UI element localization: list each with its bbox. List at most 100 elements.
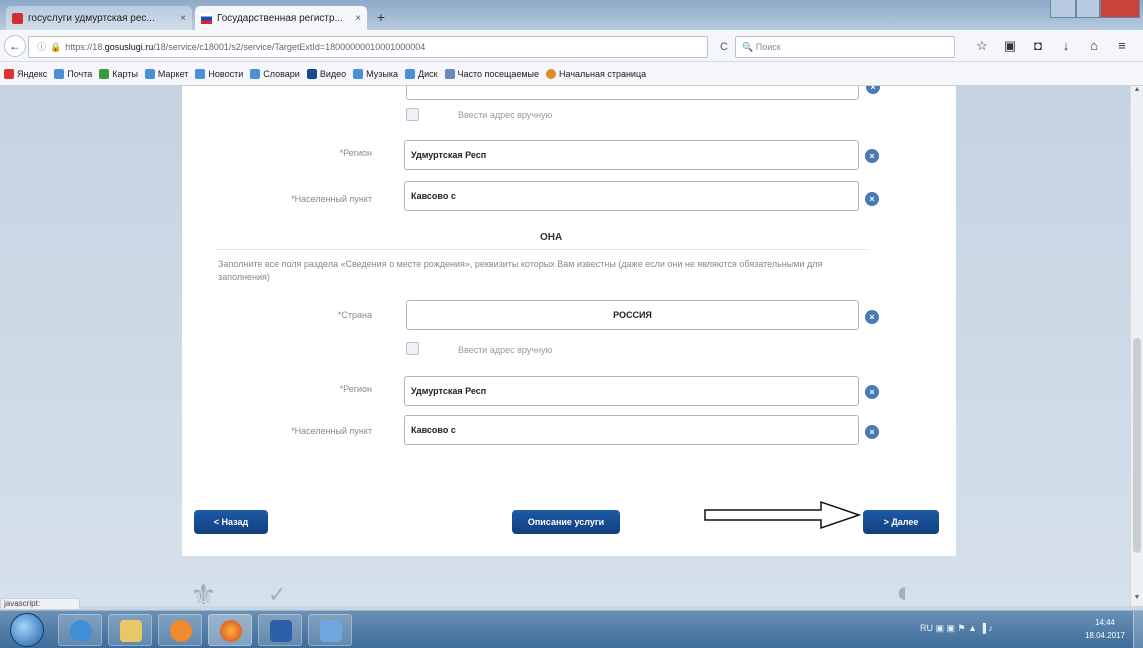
country-input[interactable]: РОССИЯ: [406, 300, 859, 330]
bookmark-start-page[interactable]: Начальная страница: [546, 68, 647, 79]
service-description-button[interactable]: Описание услуги: [512, 510, 620, 534]
locality-input[interactable]: Кавсово с: [404, 415, 859, 445]
lock-icon: 🔒: [50, 42, 62, 52]
country-input-cropped[interactable]: [406, 86, 859, 100]
windows-taskbar: RU ▣ ▣ ⚑ ▲ ▐ ♪ 14:44 18.04.2017: [0, 610, 1143, 648]
page-icon: [353, 68, 364, 79]
bookmarks-bar: Яндекс Почта Карты Маркет Новости Словар…: [0, 62, 1143, 86]
page-icon: [250, 68, 261, 79]
scroll-down-icon[interactable]: ▼: [1131, 594, 1143, 606]
date: 18.04.2017: [1084, 631, 1126, 640]
clear-region-icon[interactable]: ×: [865, 385, 879, 399]
manual-address-checkbox[interactable]: [406, 342, 419, 355]
bookmark-label: Диск: [417, 68, 438, 79]
scrollbar-thumb[interactable]: [1133, 338, 1141, 553]
annotation-arrow-icon: [704, 500, 862, 530]
bookmark-market[interactable]: Маркет: [144, 68, 188, 79]
bookmark-dictionaries[interactable]: Словари: [250, 68, 300, 79]
clear-locality-icon[interactable]: ×: [865, 192, 879, 206]
home-icon[interactable]: ⌂: [1080, 38, 1108, 54]
document-icon: [270, 620, 292, 642]
tab-label: Государственная регистр...: [217, 12, 343, 24]
search-input[interactable]: 🔍 Поиск: [735, 36, 955, 58]
clear-locality-icon[interactable]: ×: [865, 425, 879, 439]
start-button[interactable]: [10, 613, 44, 647]
tab-state-registration[interactable]: Государственная регистр... ×: [195, 6, 367, 30]
address-bar[interactable]: ⓘ 🔒 https://18.gosuslugi.ru/18/service/c18…: [28, 36, 708, 58]
site-info-icon[interactable]: ⓘ: [37, 42, 46, 52]
show-desktop-button[interactable]: [1133, 611, 1143, 648]
minimize-button[interactable]: [1050, 0, 1076, 18]
taskbar-explorer[interactable]: [108, 614, 152, 646]
system-tray[interactable]: RU ▣ ▣ ⚑ ▲ ▐ ♪: [920, 623, 993, 634]
tab-gosuslugi-search[interactable]: госуслуги удмуртская рес... ×: [6, 6, 192, 30]
taskbar-ie[interactable]: [58, 614, 102, 646]
language-indicator[interactable]: RU: [920, 623, 933, 633]
bookmark-star-icon[interactable]: ☆: [968, 38, 996, 54]
bookmark-label: Начальная страница: [559, 68, 647, 79]
new-tab-button[interactable]: +: [370, 8, 392, 26]
region-input[interactable]: Удмуртская Респ: [404, 376, 859, 406]
vertical-scrollbar[interactable]: ▲ ▼: [1130, 86, 1143, 606]
taskbar-firefox[interactable]: [208, 614, 252, 646]
locality-input[interactable]: Кавсово с: [404, 181, 859, 211]
bookmark-label: Видео: [319, 68, 347, 79]
search-icon: 🔍: [742, 42, 756, 52]
toolbar-icons: ☆ ▣ ◘ ↓ ⌂ ≡: [968, 38, 1136, 54]
bookmark-label: Музыка: [366, 68, 398, 79]
back-arrow-icon[interactable]: ←: [4, 35, 26, 57]
region-label: *Регион: [339, 148, 372, 158]
bookmark-frequent[interactable]: Часто посещаемые: [444, 68, 540, 79]
scroll-up-icon[interactable]: ▲: [1131, 86, 1143, 98]
next-button[interactable]: > Далее: [863, 510, 939, 534]
emblem-icon: ⚜: [190, 579, 217, 606]
decorative-check-icon: ✓: [268, 582, 287, 606]
manual-address-label: Ввести адрес вручную: [458, 345, 553, 355]
ie-icon: [70, 620, 92, 642]
bookmark-mail[interactable]: Почта: [54, 68, 92, 79]
menu-icon[interactable]: ≡: [1108, 38, 1136, 54]
taskbar-word[interactable]: [258, 614, 302, 646]
page-icon: [404, 68, 415, 79]
taskbar-media[interactable]: [158, 614, 202, 646]
url-domain: gosuslugi.ru: [104, 42, 154, 52]
status-bar: javascript:: [0, 598, 80, 610]
clock[interactable]: 14:44 18.04.2017: [1078, 616, 1132, 642]
window-controls: [1050, 0, 1140, 20]
bookmark-news[interactable]: Новости: [195, 68, 244, 79]
russian-flag-favicon-icon: [201, 12, 212, 24]
maximize-button[interactable]: [1076, 0, 1100, 18]
close-window-button[interactable]: [1100, 0, 1140, 18]
bookmark-video[interactable]: Видео: [306, 68, 347, 79]
manual-address-label: Ввести адрес вручную: [458, 110, 553, 120]
folder-icon: [120, 620, 142, 642]
clear-country-icon[interactable]: ×: [865, 310, 879, 324]
bookmark-label: Новости: [208, 68, 244, 79]
downloads-icon[interactable]: ↓: [1052, 38, 1080, 54]
back-button[interactable]: < Назад: [194, 510, 268, 534]
folder-icon: [444, 68, 455, 79]
page-icon: [195, 68, 206, 79]
clear-region-icon[interactable]: ×: [865, 149, 879, 163]
region-input[interactable]: Удмуртская Респ: [404, 140, 859, 170]
locality-label: *Населенный пункт: [291, 426, 372, 436]
tab-close-icon[interactable]: ×: [174, 13, 186, 24]
manual-address-checkbox[interactable]: [406, 108, 419, 121]
bookmark-label: Яндекс: [17, 68, 48, 79]
pocket-icon[interactable]: ◘: [1024, 38, 1052, 54]
bookmark-label: Карты: [112, 68, 138, 79]
firefox-icon: [220, 620, 242, 642]
page-icon: [144, 68, 155, 79]
bookmark-yandex[interactable]: Яндекс: [4, 68, 48, 79]
tab-close-icon[interactable]: ×: [349, 13, 361, 24]
page-icon: [99, 68, 110, 79]
reload-icon[interactable]: C: [716, 36, 732, 58]
clear-icon[interactable]: ×: [866, 86, 880, 94]
bookmarks-menu-icon[interactable]: ▣: [996, 38, 1024, 54]
navigation-bar: ← ⓘ 🔒 https://18.gosuslugi.ru/18/service/c…: [0, 30, 1143, 62]
bookmark-label: Часто посещаемые: [457, 68, 540, 79]
bookmark-disk[interactable]: Диск: [404, 68, 438, 79]
bookmark-music[interactable]: Музыка: [353, 68, 398, 79]
taskbar-screenshot[interactable]: [308, 614, 352, 646]
bookmark-maps[interactable]: Карты: [99, 68, 138, 79]
